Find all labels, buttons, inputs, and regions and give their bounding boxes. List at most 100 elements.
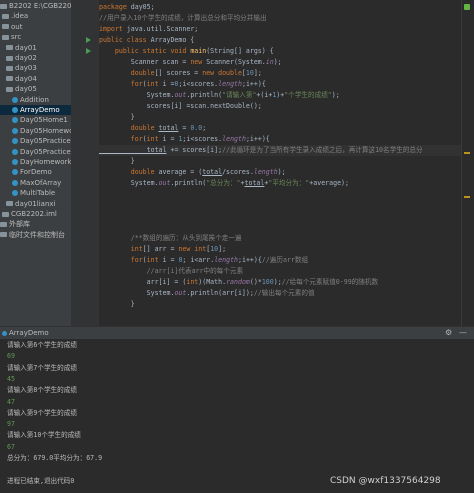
code-token: length: [222, 135, 246, 143]
code-line: }: [99, 156, 135, 167]
tree-item-label: CGB2202.iml: [11, 210, 57, 218]
code-line: for(int i =0;i<scores.length;i++){: [99, 79, 266, 90]
code-line: double[] scores = new double[10];: [99, 68, 262, 79]
tree-item[interactable]: day04: [0, 74, 71, 84]
code-token: ;i++){: [241, 80, 266, 88]
code-token: }: [99, 157, 135, 165]
tree-item-label: day03: [15, 64, 37, 73]
warning-marker[interactable]: [464, 152, 470, 154]
editor-scrollbar[interactable]: [461, 0, 474, 326]
code-token: "平均分为：": [268, 179, 310, 187]
tree-item[interactable]: B2202 E:\CGB2202: [0, 1, 71, 11]
tree-item[interactable]: Day05Practice1: [0, 136, 71, 146]
code-token: 10: [210, 245, 219, 253]
tree-item-label: ArrayDemo: [20, 106, 60, 114]
code-line: int[] arr = new int[10];: [99, 244, 226, 255]
code-editor[interactable]: package day05;//用户录入10个学生的成绩，计算出总分和平均分并输…: [99, 0, 461, 326]
tree-item[interactable]: .idea: [0, 11, 71, 21]
tree-item[interactable]: day03: [0, 63, 71, 73]
tree-item-label: src: [11, 33, 22, 42]
code-token: int: [186, 278, 199, 286]
console-input-line: 45: [7, 374, 15, 383]
code-token: i =: [162, 256, 179, 264]
run-tool-window-header: ArrayDemo ⚙ —: [0, 326, 474, 339]
gear-icon[interactable]: ⚙: [445, 328, 452, 338]
code-token: //用户录入10个学生的成绩，计算出总分和平均分并输出: [99, 14, 267, 22]
code-token: ()*: [249, 278, 262, 286]
console-output-line: 请输入第9个学生的成绩: [7, 408, 77, 417]
code-token: }: [99, 300, 135, 308]
code-token: .println(arr[i]);: [186, 289, 254, 297]
code-token: java.util.Scanner;: [126, 25, 199, 33]
tree-item-label: Addition: [20, 95, 49, 104]
code-line: System.out.println("请输入第"+(i+1)+"个学生的成绩"…: [99, 90, 340, 101]
tree-item-label: 外部库: [9, 220, 30, 229]
code-line: for(int i = 1;i<scores.length;i++){: [99, 134, 270, 145]
code-token: Scanner(System.: [206, 58, 266, 66]
tree-item[interactable]: Day05Homewor: [0, 126, 71, 136]
warning-marker[interactable]: [464, 196, 470, 198]
tree-item[interactable]: 外部库: [0, 219, 71, 229]
code-token: for: [99, 135, 143, 143]
tree-item[interactable]: MultiTable: [0, 188, 71, 198]
code-token: out: [174, 91, 187, 99]
class-icon: [2, 330, 7, 336]
code-token: [] arr =: [142, 245, 179, 253]
code-token: i =: [162, 80, 175, 88]
tree-item[interactable]: day01lianxi: [0, 199, 71, 209]
code-token: int: [146, 256, 163, 264]
code-token: out: [174, 289, 187, 297]
code-token: //遍历arr数组: [261, 256, 309, 264]
code-line: for(int i = 0; i<arr.length;i++){//遍历arr…: [99, 255, 308, 266]
tree-item-label: Day05Homewor: [20, 126, 71, 135]
code-token: ];: [218, 245, 227, 253]
code-token: in: [265, 58, 274, 66]
tree-item[interactable]: day05: [0, 84, 71, 94]
code-token: /**数组的遍历：从头到尾挨个走一遍: [99, 234, 242, 242]
run-tab[interactable]: ArrayDemo: [2, 328, 49, 338]
console-output-line: 请输入第10个学生的成绩: [7, 431, 81, 440]
tree-item[interactable]: ForDemo: [0, 167, 71, 177]
tree-item[interactable]: Day05Home1: [0, 115, 71, 125]
code-token: for: [99, 256, 143, 264]
code-token: import: [99, 25, 127, 33]
folder-icon: [0, 3, 7, 9]
tree-item-label: day02: [15, 54, 37, 62]
code-token: ; i<arr.: [182, 256, 215, 264]
code-line: /**数组的遍历：从头到尾挨个走一遍: [99, 233, 242, 244]
tree-item[interactable]: MaxOfArray: [0, 178, 71, 188]
code-token: length: [218, 80, 242, 88]
run-gutter-icon[interactable]: [86, 48, 91, 54]
code-token: main: [190, 47, 207, 55]
tree-item-label: Day05Home1: [20, 116, 68, 125]
tree-item[interactable]: 临时文件和控制台: [0, 230, 71, 240]
console-output[interactable]: 请输入第6个学生的成绩 69 请输入第7个学生的成绩 45 请输入第8个学生的成绩 47 请…: [0, 339, 474, 493]
code-token: public static void: [99, 47, 191, 55]
tree-item[interactable]: day01: [0, 43, 71, 53]
minimize-icon[interactable]: —: [459, 328, 467, 338]
folder-icon: [2, 211, 9, 217]
code-line: scores[i] =scan.nextDouble();: [99, 101, 262, 112]
tree-item[interactable]: DayHomework: [0, 157, 71, 167]
class-icon: [12, 138, 18, 145]
class-icon: [12, 127, 18, 134]
tree-item-label: day01: [15, 43, 37, 52]
class-icon: [12, 96, 18, 103]
code-token: //输出每个元素的值: [253, 289, 315, 297]
code-token: double: [99, 168, 159, 176]
code-token: )(Math.: [198, 278, 227, 286]
tree-item[interactable]: Day05Practice2: [0, 147, 71, 157]
tree-item[interactable]: Addition: [0, 95, 71, 105]
tree-item[interactable]: day02: [0, 53, 71, 63]
inspection-ok-icon: [464, 4, 470, 10]
tree-item-label: day01lianxi: [15, 199, 56, 208]
tree-item[interactable]: CGB2202.iml: [0, 209, 71, 219]
tree-item[interactable]: src: [0, 32, 71, 42]
code-token: average = (: [158, 168, 203, 176]
folder-icon: [6, 201, 13, 207]
folder-icon: [6, 55, 13, 61]
run-gutter-icon[interactable]: [86, 37, 91, 43]
tree-item[interactable]: out: [0, 22, 71, 32]
tree-item[interactable]: ArrayDemo: [0, 105, 71, 115]
code-line: }: [99, 299, 135, 310]
